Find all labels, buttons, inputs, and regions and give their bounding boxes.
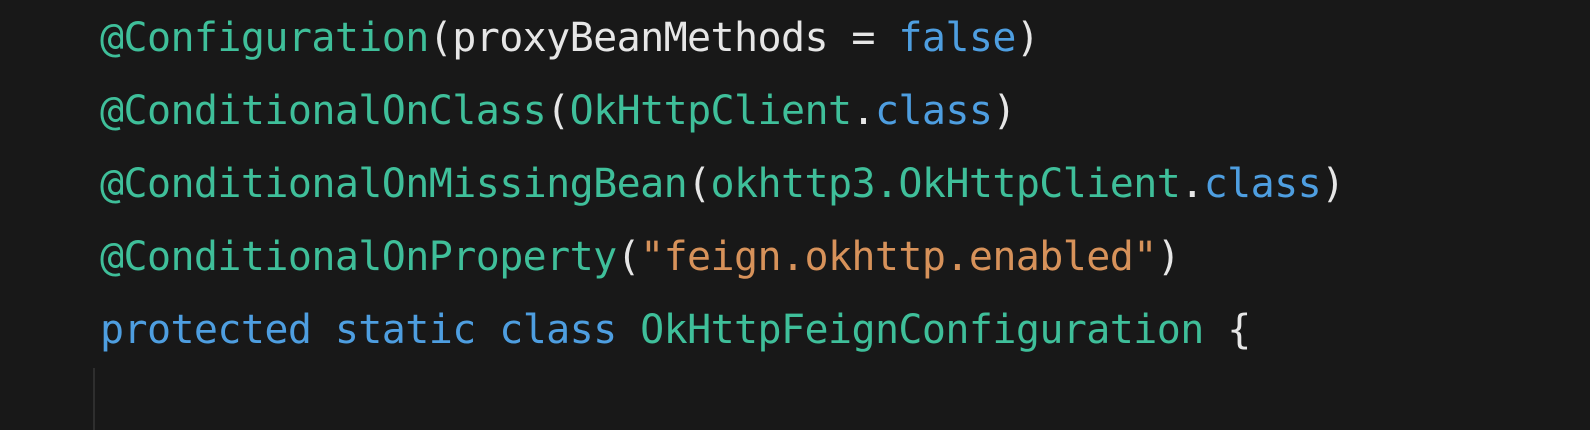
class-name: OkHttpFeignConfiguration bbox=[640, 307, 1204, 353]
okhttpclient-type: OkHttpClient bbox=[569, 88, 852, 134]
close-paren: ) bbox=[1321, 161, 1345, 207]
class-keyword: class bbox=[1203, 161, 1322, 207]
open-paren: ( bbox=[428, 15, 453, 61]
conditional-on-property-annotation: @ConditionalOnProperty bbox=[100, 234, 617, 280]
open-paren: ( bbox=[616, 234, 641, 280]
dot: . bbox=[1180, 161, 1204, 207]
code-line-1: @Configuration(proxyBeanMethods = false) bbox=[100, 10, 1040, 66]
protected-keyword: protected bbox=[100, 307, 312, 353]
conditional-on-missing-bean-annotation: @ConditionalOnMissingBean bbox=[100, 161, 688, 207]
dot: . bbox=[851, 88, 875, 134]
conditional-on-class-annotation: @ConditionalOnClass bbox=[100, 88, 547, 134]
property-string-literal: "feign.okhttp.enabled" bbox=[640, 234, 1157, 280]
open-paren: ( bbox=[546, 88, 570, 134]
indent-guide bbox=[93, 368, 95, 430]
code-editor[interactable]: @Configuration(proxyBeanMethods = false)… bbox=[0, 0, 1590, 430]
code-line-4: @ConditionalOnProperty("feign.okhttp.ena… bbox=[100, 229, 1181, 285]
class-keyword: class bbox=[499, 307, 617, 353]
open-paren: ( bbox=[687, 161, 711, 207]
code-line-3: @ConditionalOnMissingBean(okhttp3.OkHttp… bbox=[100, 156, 1345, 212]
code-line-2: @ConditionalOnClass(OkHttpClient.class) bbox=[100, 83, 1016, 139]
false-literal: false bbox=[898, 15, 1016, 61]
open-brace: { bbox=[1227, 307, 1251, 353]
proxy-bean-methods-param: proxyBeanMethods = bbox=[452, 15, 899, 61]
static-keyword: static bbox=[334, 307, 477, 353]
close-paren: ) bbox=[1156, 234, 1181, 280]
class-keyword: class bbox=[874, 88, 993, 134]
close-paren: ) bbox=[1015, 15, 1040, 61]
code-line-5: protected static class OkHttpFeignConfig… bbox=[100, 302, 1251, 358]
configuration-annotation: @Configuration bbox=[100, 15, 429, 61]
okhttp3-okhttpclient-type: okhttp3.OkHttpClient bbox=[710, 161, 1181, 207]
close-paren: ) bbox=[992, 88, 1016, 134]
